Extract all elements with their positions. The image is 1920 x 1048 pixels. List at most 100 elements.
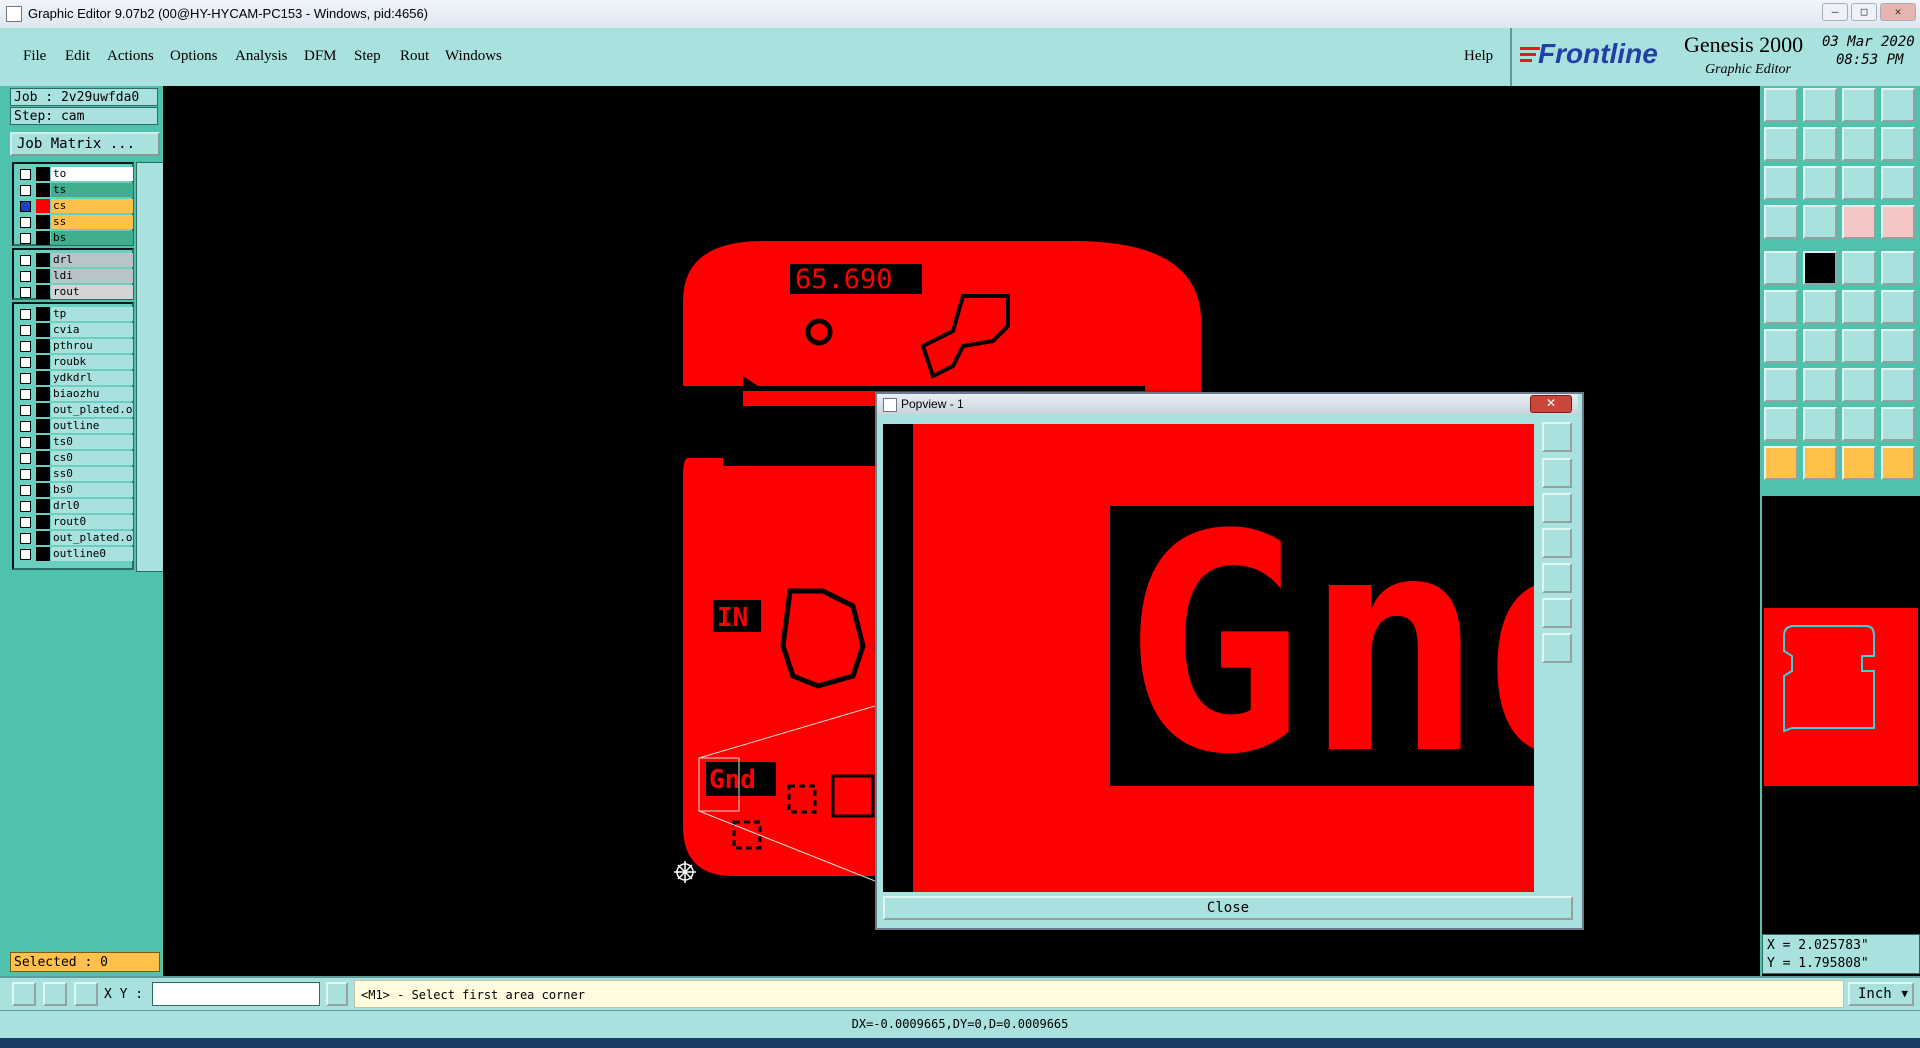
pad-add-icon[interactable] bbox=[1764, 251, 1798, 285]
layer-row-to[interactable]: to bbox=[14, 166, 133, 182]
measure-icon[interactable] bbox=[1764, 205, 1798, 239]
layer-checkbox[interactable] bbox=[20, 501, 31, 512]
layer-row[interactable]: ydkdrl bbox=[14, 370, 133, 386]
fit-all-icon[interactable] bbox=[1764, 166, 1798, 200]
layer-checkbox[interactable] bbox=[20, 201, 31, 212]
layer-checkbox[interactable] bbox=[20, 309, 31, 320]
layer-checkbox[interactable] bbox=[20, 389, 31, 400]
popview-pan-up-icon[interactable] bbox=[1542, 458, 1572, 488]
layer-row[interactable]: ts0 bbox=[14, 434, 133, 450]
layer-checkbox[interactable] bbox=[20, 357, 31, 368]
layer-row[interactable]: pthrou bbox=[14, 338, 133, 354]
popview-pan-down-icon[interactable] bbox=[1542, 493, 1572, 523]
line-node-icon[interactable] bbox=[1881, 290, 1915, 324]
circle-pad-icon[interactable] bbox=[1881, 251, 1915, 285]
layer-row[interactable]: outline0 bbox=[14, 546, 133, 562]
select-pointer-icon[interactable] bbox=[1764, 446, 1798, 480]
diagonal-line-icon[interactable] bbox=[1803, 329, 1837, 363]
layer-checkbox[interactable] bbox=[20, 255, 31, 266]
layer-list-scrollbar[interactable] bbox=[136, 162, 164, 572]
layer-checkbox[interactable] bbox=[20, 533, 31, 544]
surface-icon[interactable] bbox=[1842, 251, 1876, 285]
layer-row[interactable]: outline bbox=[14, 418, 133, 434]
layer-checkbox[interactable] bbox=[20, 185, 31, 196]
snap-mode-icon[interactable] bbox=[12, 982, 36, 1006]
layer-checkbox[interactable] bbox=[20, 341, 31, 352]
menu-options[interactable]: Options bbox=[170, 48, 218, 65]
layer-row[interactable]: cvia bbox=[14, 322, 133, 338]
menu-windows[interactable]: Windows bbox=[445, 48, 502, 65]
net-display-icon[interactable] bbox=[1842, 205, 1876, 239]
split-view-icon[interactable] bbox=[1881, 88, 1915, 122]
menu-dfm[interactable]: DFM bbox=[304, 48, 337, 65]
popview-close-x-button[interactable]: ✕ bbox=[1530, 395, 1572, 413]
layer-checkbox[interactable] bbox=[20, 287, 31, 298]
menu-rout[interactable]: Rout bbox=[400, 48, 429, 65]
layer-row-ss[interactable]: ss bbox=[14, 214, 133, 230]
layer-checkbox[interactable] bbox=[20, 325, 31, 336]
layer-checkbox[interactable] bbox=[20, 453, 31, 464]
triangle-4-icon[interactable] bbox=[1881, 407, 1915, 441]
layer-checkbox[interactable] bbox=[20, 485, 31, 496]
shapes-icon[interactable] bbox=[1881, 368, 1915, 402]
layer-checkbox[interactable] bbox=[20, 405, 31, 416]
minus-line-icon[interactable] bbox=[1803, 368, 1837, 402]
layer-checkbox[interactable] bbox=[20, 549, 31, 560]
maximize-button[interactable]: □ bbox=[1851, 3, 1877, 21]
pan-left-icon[interactable] bbox=[1764, 127, 1798, 161]
angle-line-icon[interactable] bbox=[1764, 329, 1798, 363]
layer-row[interactable]: out_plated.o bbox=[14, 530, 133, 546]
line-nodes-icon[interactable] bbox=[1842, 290, 1876, 324]
layer-row[interactable]: ss0 bbox=[14, 466, 133, 482]
text-cursor-icon[interactable] bbox=[326, 982, 348, 1006]
grid-icon[interactable] bbox=[1803, 205, 1837, 239]
menu-edit[interactable]: Edit bbox=[65, 48, 90, 65]
snap-icon[interactable] bbox=[1881, 127, 1915, 161]
popview-pan-left-icon[interactable] bbox=[1542, 528, 1572, 558]
layer-checkbox[interactable] bbox=[20, 469, 31, 480]
house-icon[interactable] bbox=[1842, 88, 1876, 122]
layer-row-cs[interactable]: cs bbox=[14, 198, 133, 214]
layer-row-bs[interactable]: bs bbox=[14, 230, 133, 246]
line-add-icon[interactable] bbox=[1803, 251, 1837, 285]
popview-zoom-fit-icon[interactable] bbox=[1542, 422, 1572, 452]
layer-checkbox[interactable] bbox=[20, 169, 31, 180]
layer-checkbox[interactable] bbox=[20, 271, 31, 282]
menu-actions[interactable]: Actions bbox=[107, 48, 154, 65]
popview-close-button[interactable]: Close bbox=[883, 896, 1573, 920]
layer-checkbox[interactable] bbox=[20, 233, 31, 244]
layer-checkbox[interactable] bbox=[20, 421, 31, 432]
close-window-button[interactable]: ✕ bbox=[1880, 3, 1916, 21]
layer-row[interactable]: rout0 bbox=[14, 514, 133, 530]
minimize-button[interactable]: — bbox=[1822, 3, 1848, 21]
layer-row[interactable]: drl0 bbox=[14, 498, 133, 514]
layer-row[interactable]: bs0 bbox=[14, 482, 133, 498]
popview-canvas[interactable]: Gnd bbox=[883, 424, 1534, 892]
layer-checkbox[interactable] bbox=[20, 217, 31, 228]
layer-row[interactable]: biaozhu bbox=[14, 386, 133, 402]
units-dropdown[interactable]: Inch ▼ bbox=[1848, 982, 1914, 1006]
net-display-2-icon[interactable] bbox=[1881, 205, 1915, 239]
dimension-icon[interactable] bbox=[1842, 368, 1876, 402]
redraw-icon[interactable] bbox=[1842, 127, 1876, 161]
copy-feature-icon[interactable] bbox=[1764, 368, 1798, 402]
menu-file[interactable]: File bbox=[23, 48, 46, 65]
layer-row-rout[interactable]: rout bbox=[14, 284, 133, 300]
cross-icon[interactable] bbox=[1803, 290, 1837, 324]
arc-icon[interactable] bbox=[1842, 329, 1876, 363]
home-view-icon[interactable] bbox=[1764, 88, 1798, 122]
layer-row-ts[interactable]: ts bbox=[14, 182, 133, 198]
zoom-center-icon[interactable] bbox=[1803, 166, 1837, 200]
xy-input[interactable] bbox=[152, 982, 320, 1006]
pan-right-icon[interactable] bbox=[1803, 127, 1837, 161]
layer-row[interactable]: out_plated.o bbox=[14, 402, 133, 418]
scale-1-2-icon[interactable] bbox=[1842, 166, 1876, 200]
job-matrix-button[interactable]: Job Matrix ... bbox=[10, 132, 160, 156]
zoom-home-icon[interactable] bbox=[1803, 88, 1837, 122]
layer-row[interactable]: roubk bbox=[14, 354, 133, 370]
triangle-icon[interactable] bbox=[1764, 407, 1798, 441]
menu-analysis[interactable]: Analysis bbox=[235, 48, 288, 65]
layer-checkbox[interactable] bbox=[20, 517, 31, 528]
layer-checkbox[interactable] bbox=[20, 437, 31, 448]
select-route-icon[interactable] bbox=[1881, 446, 1915, 480]
